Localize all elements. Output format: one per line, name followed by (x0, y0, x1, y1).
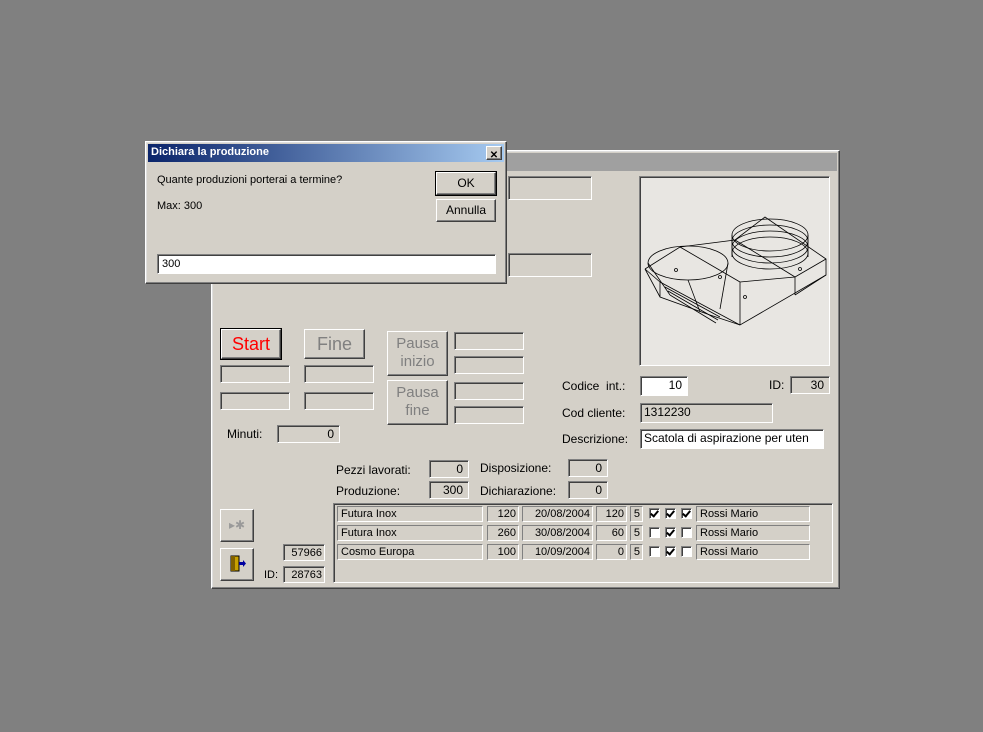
top-field-2[interactable] (508, 253, 592, 277)
table-row[interactable]: Cosmo Europa 100 10/09/2004 0 5 Rossi Mario (334, 544, 824, 561)
row-checkbox[interactable] (681, 546, 692, 557)
row-checkbox[interactable] (681, 508, 692, 519)
row-checkbox[interactable] (681, 527, 692, 538)
row-n1[interactable]: 0 (596, 544, 627, 560)
cod-cliente-field[interactable]: 1312230 (640, 403, 773, 423)
pausa-fine-field-1[interactable] (454, 382, 524, 400)
dialog-max-text: Max: 300 (157, 200, 203, 212)
pausa-fine-label: Pausa fine (396, 384, 439, 419)
start-button[interactable]: Start (220, 328, 282, 360)
row-date[interactable]: 10/09/2004 (522, 544, 593, 560)
pausa-fine-button[interactable]: Pausa fine (387, 380, 448, 425)
row-checkbox[interactable] (649, 546, 660, 557)
row-person[interactable]: Rossi Mario (696, 544, 810, 560)
row-n2[interactable]: 5 (630, 525, 643, 541)
dialog-close-button[interactable]: ✕ (486, 146, 502, 161)
ok-button-label: OK (457, 176, 475, 190)
dialog-title-bar: Dichiara la produzione ✕ (148, 144, 504, 162)
pezzi-lavorati-field[interactable]: 0 (429, 460, 469, 478)
pausa-inizio-label: Pausa inizio (396, 335, 439, 370)
exit-door-icon (230, 555, 246, 572)
row-person[interactable]: Rossi Mario (696, 525, 810, 541)
row-qty[interactable]: 100 (487, 544, 519, 560)
dichiarazione-label: Dichiarazione: (480, 484, 557, 498)
row-n2[interactable]: 5 (630, 506, 643, 522)
fine-time-field-2[interactable] (304, 392, 374, 410)
pezzi-lavorati-label: Pezzi lavorati: (336, 463, 411, 477)
row-checkbox[interactable] (649, 508, 660, 519)
row-n1[interactable]: 120 (596, 506, 627, 522)
table-row[interactable]: Futura Inox 260 30/08/2004 60 5 Rossi Mario (334, 525, 824, 542)
product-drawing (644, 216, 827, 326)
dialog-quantity-input[interactable]: 300 (157, 254, 496, 274)
new-record-button[interactable]: ▸✱ (220, 509, 254, 542)
fine-button[interactable]: Fine (304, 329, 365, 359)
row-qty[interactable]: 120 (487, 506, 519, 522)
row-client[interactable]: Futura Inox (337, 525, 483, 541)
ok-button[interactable]: OK (435, 171, 497, 196)
disposizione-field[interactable]: 0 (568, 459, 608, 477)
row-checkbox[interactable] (665, 508, 676, 519)
row-checkbox[interactable] (649, 527, 660, 538)
cod-cliente-label: Cod cliente: (562, 406, 626, 420)
exit-button[interactable] (220, 548, 254, 581)
row-person[interactable]: Rossi Mario (696, 506, 810, 522)
codice-int-label: Codice int.: (562, 379, 626, 393)
pausa-inizio-field-1[interactable] (454, 332, 524, 350)
codice-int-field[interactable]: 10 (640, 376, 688, 396)
fine-time-field-1[interactable] (304, 365, 374, 383)
descrizione-label: Descrizione: (562, 432, 629, 446)
id-label: ID: (769, 378, 785, 392)
fine-button-label: Fine (316, 334, 352, 354)
row-checkbox[interactable] (665, 546, 676, 557)
row-client[interactable]: Cosmo Europa (337, 544, 483, 560)
dichiarazione-field[interactable]: 0 (568, 481, 608, 499)
produzione-label: Produzione: (336, 484, 401, 498)
bottom-id-label: ID: (264, 569, 279, 581)
close-icon: ✕ (489, 150, 499, 161)
pausa-inizio-field-2[interactable] (454, 356, 524, 374)
top-field-1[interactable] (508, 176, 592, 200)
row-date[interactable]: 30/08/2004 (522, 525, 593, 541)
product-image (639, 176, 830, 366)
bottom-id-field: 28763 (283, 566, 325, 583)
minuti-field[interactable]: 0 (277, 425, 340, 443)
minuti-label: Minuti: (227, 427, 263, 441)
table-row[interactable]: Futura Inox 120 20/08/2004 120 5 Rossi Mario (334, 506, 824, 523)
row-n2[interactable]: 5 (630, 544, 643, 560)
record-number-field: 57966 (283, 544, 325, 561)
descrizione-field[interactable]: Scatola di aspirazione per uten (640, 429, 824, 449)
pausa-fine-field-2[interactable] (454, 406, 524, 424)
row-qty[interactable]: 260 (487, 525, 519, 541)
dialog-question: Quante produzioni porterai a termine? (157, 174, 343, 186)
dialog-title: Dichiara la produzione (151, 146, 269, 158)
id-field[interactable]: 30 (790, 376, 830, 394)
dialog-quantity-value: 300 (162, 258, 181, 270)
start-button-label: Start (231, 334, 270, 354)
start-time-field-1[interactable] (220, 365, 290, 383)
dichiara-dialog: Dichiara la produzione ✕ Quante produzio… (145, 141, 507, 284)
produzione-field[interactable]: 300 (429, 481, 469, 499)
annulla-button-label: Annulla (445, 203, 487, 217)
pausa-inizio-button[interactable]: Pausa inizio (387, 331, 448, 376)
row-checkbox[interactable] (665, 527, 676, 538)
annulla-button[interactable]: Annulla (436, 199, 496, 222)
production-subform: Futura Inox 120 20/08/2004 120 5 Rossi Mario F… (333, 503, 833, 583)
row-client[interactable]: Futura Inox (337, 506, 483, 522)
disposizione-label: Disposizione: (480, 461, 552, 475)
row-n1[interactable]: 60 (596, 525, 627, 541)
row-date[interactable]: 20/08/2004 (522, 506, 593, 522)
new-record-icon: ▸✱ (228, 518, 246, 532)
start-time-field-2[interactable] (220, 392, 290, 410)
